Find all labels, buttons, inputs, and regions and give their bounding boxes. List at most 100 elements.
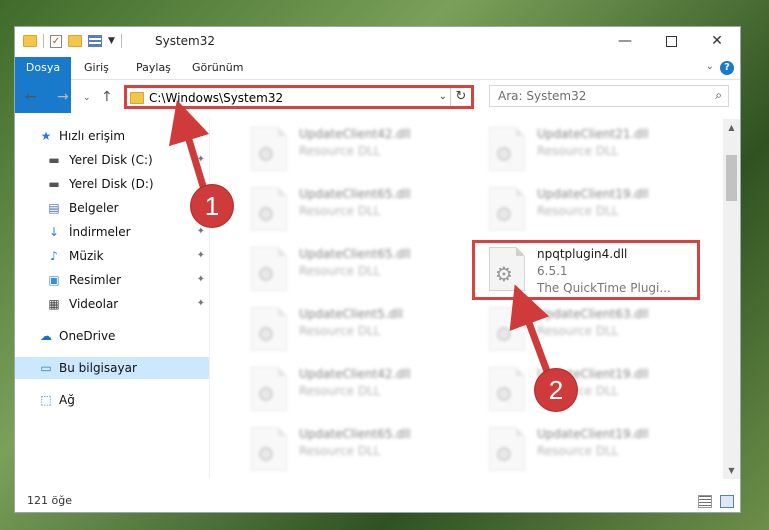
gear-icon: ⚙ — [495, 322, 513, 346]
tab-view[interactable]: Görünüm — [181, 57, 254, 79]
sidebar-item-local-disk-c[interactable]: ▬ Yerel Disk (C:) ✦ — [15, 149, 209, 171]
file-type: Resource DLL — [299, 324, 381, 338]
address-bar[interactable]: C:\Windows\System32 ⌄ ↻ — [124, 85, 474, 109]
documents-icon: ▤ — [48, 201, 60, 215]
view-details-icon[interactable] — [88, 35, 102, 47]
sidebar-item-videos[interactable]: ▦ Videolar ✦ — [15, 293, 209, 315]
sidebar-item-pictures[interactable]: ▣ Resimler ✦ — [15, 269, 209, 291]
recent-locations-icon[interactable]: ⌄ — [83, 93, 91, 103]
file-name: UpdateClient42.dll — [299, 367, 411, 381]
dll-file-icon: ⚙ — [489, 307, 525, 351]
dll-file-icon: ⚙ — [489, 127, 525, 171]
scrollbar-thumb[interactable] — [726, 155, 737, 201]
close-button[interactable]: ✕ — [694, 27, 740, 57]
item-count: 121 öğe — [27, 494, 72, 507]
list-item[interactable]: ⚙ UpdateClient65.dll Resource DLL — [231, 183, 461, 239]
sidebar-item-music[interactable]: ♪ Müzik ✦ — [15, 245, 209, 267]
dll-file-icon: ⚙ — [251, 127, 287, 171]
tab-share[interactable]: Paylaş — [125, 57, 182, 79]
gear-icon: ⚙ — [495, 142, 513, 166]
vertical-scrollbar[interactable]: ▲ ▼ — [723, 119, 740, 479]
drive-icon: ▬ — [48, 153, 60, 167]
star-icon: ★ — [40, 129, 52, 143]
sidebar-item-this-pc[interactable]: ▭ Bu bilgisayar — [15, 357, 209, 379]
details-view-icon[interactable] — [698, 495, 712, 508]
list-item[interactable]: ⚙ UpdateClient65.dll Resource DLL — [231, 423, 461, 479]
sidebar-item-network[interactable]: ⬚ Ağ — [15, 389, 209, 411]
help-icon[interactable]: ? — [720, 61, 734, 75]
toolbar-separator — [120, 34, 122, 48]
file-name: UpdateClient65.dll — [299, 427, 411, 441]
list-item[interactable]: ⚙ UpdateClient63.dll Resource DLL — [469, 303, 699, 359]
sidebar-item-label: Ağ — [59, 393, 75, 407]
list-item[interactable]: ⚙ UpdateClient19.dll Resource DLL — [469, 363, 699, 419]
sidebar-item-label: Belgeler — [69, 201, 119, 215]
up-button[interactable]: ↑ — [101, 89, 113, 105]
address-path[interactable]: C:\Windows\System32 — [149, 91, 283, 105]
file-name: UpdateClient42.dll — [299, 127, 411, 141]
dll-file-icon: ⚙ — [251, 367, 287, 411]
sidebar-item-downloads[interactable]: ↓ İndirmeler ✦ — [15, 221, 209, 243]
list-item[interactable]: ⚙ UpdateClient42.dll Resource DLL — [231, 123, 461, 179]
file-name: UpdateClient19.dll — [537, 427, 649, 441]
file-type: Resource DLL — [537, 324, 619, 338]
title-bar: ✓ ▼ System32 — ✕ — [15, 27, 740, 57]
pin-icon[interactable]: ✦ — [197, 293, 205, 315]
pin-icon[interactable]: ✦ — [197, 149, 205, 171]
target-file-highlight — [472, 240, 700, 300]
dll-file-icon: ⚙ — [489, 187, 525, 231]
tiles-view-icon[interactable] — [720, 495, 734, 508]
minimize-button[interactable]: — — [602, 27, 648, 57]
list-item[interactable]: ⚙ UpdateClient5.dll Resource DLL — [231, 303, 461, 359]
sidebar-item-label: Bu bilgisayar — [59, 361, 137, 375]
ribbon: Dosya Giriş Paylaş Görünüm ⌄ ? — [15, 57, 740, 113]
pin-icon[interactable]: ✦ — [197, 269, 205, 291]
sidebar-item-local-disk-d[interactable]: ▬ Yerel Disk (D:) ✦ — [15, 173, 209, 195]
list-item[interactable]: ⚙ UpdateClient21.dll Resource DLL — [469, 123, 699, 179]
file-type: Resource DLL — [537, 444, 619, 458]
pin-icon[interactable]: ✦ — [197, 245, 205, 267]
gear-icon: ⚙ — [257, 262, 275, 286]
new-folder-icon[interactable] — [68, 35, 82, 47]
maximize-button[interactable] — [648, 27, 694, 57]
list-item[interactable]: ⚙ UpdateClient65.dll Resource DLL — [231, 243, 461, 299]
sidebar-item-label: Hızlı erişim — [59, 129, 126, 143]
sidebar-item-label: Resimler — [69, 273, 122, 287]
search-input[interactable]: Ara: System32 ⌕ — [489, 85, 729, 107]
dll-file-icon: ⚙ — [251, 427, 287, 471]
pane-divider[interactable] — [209, 119, 210, 479]
drive-icon: ▬ — [48, 177, 60, 191]
back-button[interactable]: ← — [25, 89, 37, 105]
refresh-button[interactable]: ↻ — [450, 88, 471, 106]
sidebar-item-label: Müzik — [69, 249, 104, 263]
list-item[interactable]: ⚙ UpdateClient19.dll Resource DLL — [469, 423, 699, 479]
gear-icon: ⚙ — [257, 202, 275, 226]
explorer-window: ✓ ▼ System32 — ✕ Dosya Giriş Paylaş Görü… — [14, 26, 741, 513]
properties-check-icon[interactable]: ✓ — [50, 34, 62, 48]
videos-icon: ▦ — [48, 297, 60, 311]
search-icon[interactable]: ⌕ — [715, 88, 722, 103]
download-icon: ↓ — [48, 225, 60, 239]
tab-home[interactable]: Giriş — [73, 57, 120, 79]
sidebar-item-quick-access[interactable]: ★ Hızlı erişim — [15, 125, 209, 147]
folder-icon — [130, 92, 144, 104]
expand-ribbon-icon[interactable]: ⌄ — [706, 61, 714, 72]
sidebar-item-label: OneDrive — [59, 329, 116, 343]
forward-button[interactable]: → — [57, 89, 69, 105]
list-item[interactable]: ⚙ UpdateClient42.dll Resource DLL — [231, 363, 461, 419]
file-type: Resource DLL — [537, 204, 619, 218]
sidebar-item-label: Yerel Disk (C:) — [69, 153, 153, 167]
customize-toolbar-icon[interactable]: ▼ — [108, 36, 115, 46]
scroll-up-icon[interactable]: ▲ — [723, 119, 740, 136]
file-type: Resource DLL — [299, 384, 381, 398]
scroll-down-icon[interactable]: ▼ — [723, 462, 740, 479]
sidebar-item-onedrive[interactable]: ☁ OneDrive — [15, 325, 209, 347]
maximize-icon — [665, 35, 677, 47]
toolbar-separator — [43, 34, 44, 48]
chevron-down-icon[interactable]: ⌄ — [439, 91, 447, 102]
sidebar-item-label: Yerel Disk (D:) — [69, 177, 154, 191]
gear-icon: ⚙ — [257, 442, 275, 466]
list-item[interactable]: ⚙ UpdateClient19.dll Resource DLL — [469, 183, 699, 239]
sidebar-item-documents[interactable]: ▤ Belgeler ✦ — [15, 197, 209, 219]
network-icon: ⬚ — [40, 393, 52, 407]
